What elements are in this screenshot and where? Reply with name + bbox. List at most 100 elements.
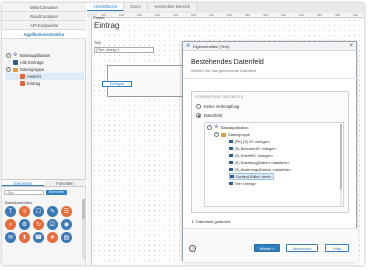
element-search-row: ⌕ Suc Elemente — [4, 189, 84, 196]
tree-item-all-entries[interactable]: Alle Einträge — [6, 59, 84, 66]
title-field-label[interactable]: Titel — [94, 41, 101, 45]
help-button[interactable]: Hilfe — [325, 244, 349, 252]
field-tree-root[interactable]: ⌃ ✣ Basisapplikation — [207, 124, 248, 131]
control-tile[interactable]: ☑ — [47, 219, 58, 230]
ruler-tick-label: 300 — [263, 13, 269, 17]
field-icon — [229, 167, 233, 172]
ruler-tick-label: 260 — [227, 13, 233, 17]
control-tile[interactable]: ⬆ — [19, 232, 30, 243]
tab-elements[interactable]: Elemente — [2, 180, 44, 186]
nav-read-container[interactable]: ReadContainer — [2, 12, 86, 21]
control-tile[interactable]: ✎ — [47, 206, 58, 217]
field-label: (PK) (S) ID <integer> — [234, 139, 271, 144]
close-icon[interactable]: × — [349, 43, 353, 50]
control-tile[interactable]: ≡ — [19, 206, 30, 217]
field-tree-item[interactable]: Titel <string> — [229, 180, 256, 187]
field-tree-scrollbar[interactable] — [340, 124, 342, 206]
tab-zoom[interactable]: Zoom — [124, 3, 148, 11]
tree-item-group[interactable]: ⌃ Datengruppe — [6, 66, 84, 73]
structure-tree: ⌃ ✣ Basisapplikation Alle Einträge ⌃ Dat… — [6, 52, 84, 87]
field-tree-item[interactable]: (S) Änderungs|Datum <datetime> — [229, 166, 291, 173]
palette-scrollbar[interactable] — [82, 199, 85, 259]
link-panel: VERKNÜPFUNG DATENFELD Keine Verknüpfung … — [191, 91, 349, 213]
control-tile[interactable]: T — [5, 206, 16, 217]
ruler-tick-label: 140 — [119, 13, 125, 17]
tab-workspace[interactable]: Arbeitsfläche — [87, 3, 125, 11]
dialog-titlebar: ✣ Eigenschaften (Text) — [183, 42, 356, 51]
field-tree-group[interactable]: ⌃ Datengruppe — [214, 131, 250, 138]
control-tile[interactable]: ☰ — [61, 206, 72, 217]
field-icon — [229, 160, 233, 165]
ruler-tick-label: 240 — [209, 13, 215, 17]
nav-app-structure[interactable]: Applikationsstruktur — [2, 30, 86, 39]
entry-heading[interactable]: Eintrag — [94, 21, 119, 30]
collapse-icon[interactable]: ⌃ — [214, 132, 219, 137]
tree-label: Datengruppe — [20, 67, 45, 72]
folder-icon — [221, 132, 226, 137]
ruler-tick-label: 400 — [353, 13, 359, 17]
ruler-tick-label: 200 — [173, 13, 179, 17]
field-tree-item[interactable]: (PK) (S) ID <integer> — [229, 138, 270, 145]
field-tree-item[interactable]: (S) Erstellung|Datum <datetime> — [229, 159, 290, 166]
app-icon: ✣ — [186, 42, 191, 49]
title-field-input[interactable]: [Titel <string>] — [94, 47, 154, 53]
help-icon[interactable]: ? — [189, 245, 196, 252]
dialog-footer: ? Weiter > Abbrechen Hilfe — [183, 228, 358, 262]
tab-favorites[interactable]: Favoriten — [44, 180, 86, 186]
element-search-input[interactable]: ⌕ Suc — [4, 190, 44, 195]
basic-controls-heading: Basiskontrollen — [5, 200, 33, 205]
dialog-heading: Bestehendes Datenfeld — [191, 59, 264, 66]
field-icon — [230, 174, 234, 179]
tree-label: Alle Einträge — [20, 60, 44, 65]
dialog-title: Eigenschaften (Text) — [193, 43, 230, 49]
nav-write-container[interactable]: WriteContainer — [2, 3, 86, 12]
dialog-subtitle: Wählen Sie das gewünschte Datenfeld — [191, 69, 257, 73]
control-tile[interactable]: ⚙ — [19, 219, 30, 230]
collapse-icon[interactable]: ⌃ — [6, 67, 11, 72]
radio-icon[interactable] — [196, 104, 201, 109]
control-tile[interactable]: ◉ — [61, 219, 72, 230]
nav-api-endpoints[interactable]: API-Endpunkte — [2, 21, 86, 30]
collapse-icon[interactable]: ⌃ — [207, 125, 212, 130]
field-label: (S) ErstelltID <integer> — [234, 153, 274, 158]
next-button[interactable]: Weiter > — [254, 244, 280, 252]
control-tile[interactable]: ✉ — [5, 232, 16, 243]
page-title: Raster — [93, 15, 105, 20]
control-tile[interactable]: ☐ — [33, 206, 44, 217]
radio-no-link[interactable]: Keine Verknüpfung — [196, 103, 239, 110]
field-tree-item[interactable]: (S) BenutzerID <integer> — [229, 145, 277, 152]
field-label: (S) Änderungs|Datum <datetime> — [234, 167, 292, 172]
field-label: (S) Erstellung|Datum <datetime> — [234, 160, 290, 165]
field-tree-item[interactable]: Content Editor <text> — [229, 173, 275, 180]
field-tree-item[interactable]: (S) ErstelltID <integer> — [229, 152, 273, 159]
radio-data-field[interactable]: Datenfeld — [196, 112, 222, 119]
ruler-tick-label: 160 — [137, 13, 143, 17]
tree-label: Datengruppe — [228, 132, 250, 137]
element-tabs: Elemente Favoriten — [2, 179, 86, 187]
tree-item-root[interactable]: ⌃ ✣ Basisapplikation — [6, 52, 84, 59]
cancel-button[interactable]: Abbrechen — [286, 244, 318, 252]
tree-item-entry[interactable]: Eintrag — [6, 80, 84, 87]
control-tile[interactable]: ↻ — [33, 219, 44, 230]
field-label: (S) BenutzerID <integer> — [234, 146, 277, 151]
list-icon — [13, 60, 18, 65]
radio-label: Keine Verknüpfung — [204, 104, 240, 109]
field-icon — [229, 181, 233, 186]
insert-button[interactable]: Einfügen — [102, 81, 132, 87]
control-tile[interactable]: ▤ — [61, 232, 72, 243]
radio-icon[interactable] — [196, 113, 201, 118]
divider — [183, 78, 358, 79]
field-icon — [229, 146, 233, 151]
field-label: Content Editor <text> — [235, 174, 272, 179]
tree-item-view[interactable]: Ansicht — [6, 73, 84, 80]
control-tile[interactable]: ★ — [47, 232, 58, 243]
info-icon: i — [192, 219, 194, 224]
collapse-icon[interactable]: ⌃ — [6, 53, 11, 58]
ruler-tick-label: 180 — [155, 13, 161, 17]
tab-hidden-area[interactable]: Versteckter Bereich — [147, 3, 198, 11]
search-filter-tag[interactable]: Elemente — [46, 190, 68, 195]
tree-label: Eintrag — [27, 81, 41, 86]
control-tile[interactable]: ☎ — [33, 232, 44, 243]
control-tile[interactable]: ⌕ — [5, 219, 16, 230]
ruler-tick-label: 220 — [191, 13, 197, 17]
